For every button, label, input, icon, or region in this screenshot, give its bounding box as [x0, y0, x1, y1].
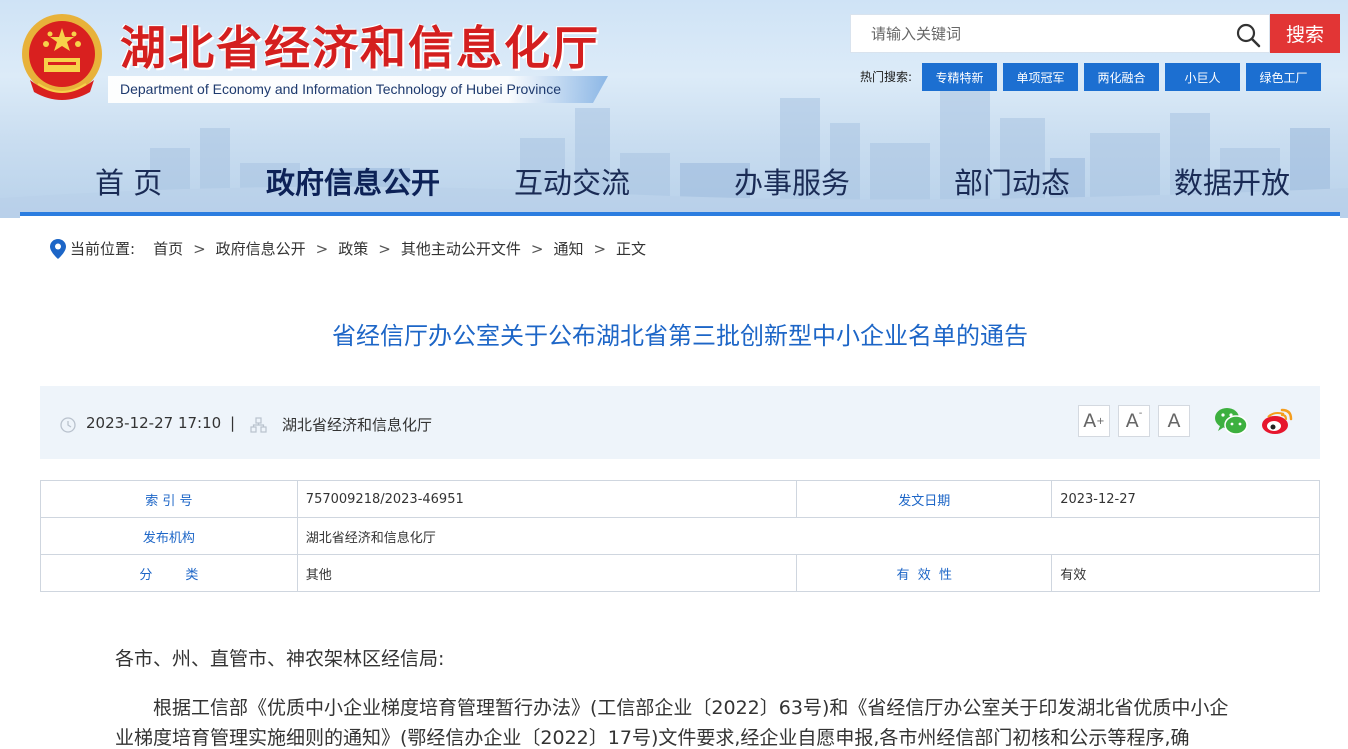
- table-row: 发布机构 湖北省经济和信息化厅: [40, 517, 1321, 555]
- date-label: 发文日期: [796, 480, 1053, 518]
- breadcrumb-item[interactable]: 通知: [553, 238, 583, 259]
- font-increase-button[interactable]: A +: [1078, 405, 1110, 437]
- search-input[interactable]: [851, 15, 1231, 52]
- hot-search-label: 热门搜索:: [860, 70, 913, 84]
- site-title: 湖北省经济和信息化厅: [120, 21, 600, 75]
- article-meta-bar: 2023-12-27 17:10 | 湖北省经济和信息化厅 A + A- A: [40, 386, 1320, 459]
- breadcrumb-separator: >: [593, 239, 607, 258]
- nav-item-home[interactable]: 首 页: [95, 160, 162, 202]
- category-value: 其他: [296, 554, 798, 592]
- table-row: 分 类 其他 有 效 性 有效: [40, 554, 1320, 592]
- body-paragraph-line: 根据工信部《优质中小企业梯度培育管理暂行办法》(工信部企业〔2022〕63号)和…: [153, 697, 1229, 719]
- index-label: 索 引 号: [40, 480, 298, 518]
- index-value: 757009218/2023-46951: [296, 480, 798, 518]
- breadcrumb: 当前位置: 首页 > 政府信息公开 > 政策 > 其他主动公开文件 > 通知 >…: [50, 238, 646, 259]
- body-paragraph-line: 业梯度培育管理实施细则的通知》(鄂经信办企业〔2022〕17号)文件要求,经企业…: [115, 727, 1190, 749]
- breadcrumb-item[interactable]: 其他主动公开文件: [401, 238, 521, 259]
- article-title: 省经信厅办公室关于公布湖北省第三批创新型中小企业名单的通告: [332, 322, 1028, 350]
- breadcrumb-label: 当前位置:: [70, 240, 136, 258]
- hot-tag[interactable]: 专精特新: [922, 63, 997, 91]
- nav-item-news[interactable]: 部门动态: [954, 160, 1070, 202]
- date-value: 2023-12-27: [1051, 480, 1320, 518]
- wechat-share-icon[interactable]: [1214, 406, 1248, 436]
- search-icon[interactable]: [1235, 22, 1261, 48]
- publisher: 湖北省经济和信息化厅: [282, 416, 433, 434]
- hot-tag[interactable]: 两化融合: [1084, 63, 1159, 91]
- main-nav: 首 页 政府信息公开 互动交流 办事服务 部门动态 数据开放: [0, 160, 1348, 200]
- table-row: 索 引 号 757009218/2023-46951 发文日期 2023-12-…: [40, 480, 1320, 518]
- category-label: 分 类: [40, 554, 298, 592]
- document-info-table: 索 引 号 757009218/2023-46951 发文日期 2023-12-…: [40, 480, 1321, 592]
- font-reset-button[interactable]: A: [1158, 405, 1190, 437]
- meta-divider: |: [230, 414, 236, 432]
- breadcrumb-item: 正文: [616, 240, 647, 258]
- organization-icon: [250, 417, 267, 433]
- breadcrumb-separator: >: [193, 239, 206, 258]
- search-box: [850, 14, 1270, 53]
- org-label: 发布机构: [40, 517, 298, 555]
- hot-tag[interactable]: 小巨人: [1165, 63, 1240, 91]
- salutation-text: 各市、州、直管市、神农架林区经信局:: [115, 648, 445, 670]
- breadcrumb-separator: >: [530, 239, 544, 258]
- breadcrumb-item[interactable]: 首页: [153, 238, 183, 259]
- hot-tag[interactable]: 绿色工厂: [1246, 63, 1321, 91]
- nav-item-services[interactable]: 办事服务: [734, 160, 850, 202]
- breadcrumb-item[interactable]: 政策: [338, 238, 368, 259]
- clock-icon: [60, 417, 76, 433]
- nav-item-gov-info[interactable]: 政府信息公开: [266, 160, 440, 202]
- hot-search-tags: 专精特新 单项冠军 两化融合 小巨人 绿色工厂: [922, 63, 1321, 91]
- breadcrumb-separator: >: [378, 239, 391, 258]
- breadcrumb-separator: >: [315, 239, 329, 258]
- content-area: 当前位置: 首页 > 政府信息公开 > 政策 > 其他主动公开文件 > 通知 >…: [20, 216, 1340, 749]
- location-pin-icon: [50, 238, 66, 259]
- validity-value: 有效: [1051, 554, 1320, 592]
- hot-tag[interactable]: 单项冠军: [1003, 63, 1078, 91]
- weibo-share-icon[interactable]: [1260, 406, 1294, 436]
- nav-item-open-data[interactable]: 数据开放: [1174, 160, 1290, 202]
- search-button[interactable]: 搜索: [1270, 14, 1340, 53]
- validity-label: 有 效 性: [796, 554, 1053, 592]
- org-value: 湖北省经济和信息化厅: [296, 517, 1321, 555]
- breadcrumb-item[interactable]: 政府信息公开: [216, 238, 306, 259]
- font-decrease-button[interactable]: A-: [1118, 405, 1150, 437]
- site-subtitle: Department of Economy and Information Te…: [120, 81, 561, 97]
- nav-item-interaction[interactable]: 互动交流: [514, 160, 630, 202]
- publish-date: 2023-12-27 17:10: [86, 414, 222, 432]
- national-emblem-logo: [22, 14, 102, 100]
